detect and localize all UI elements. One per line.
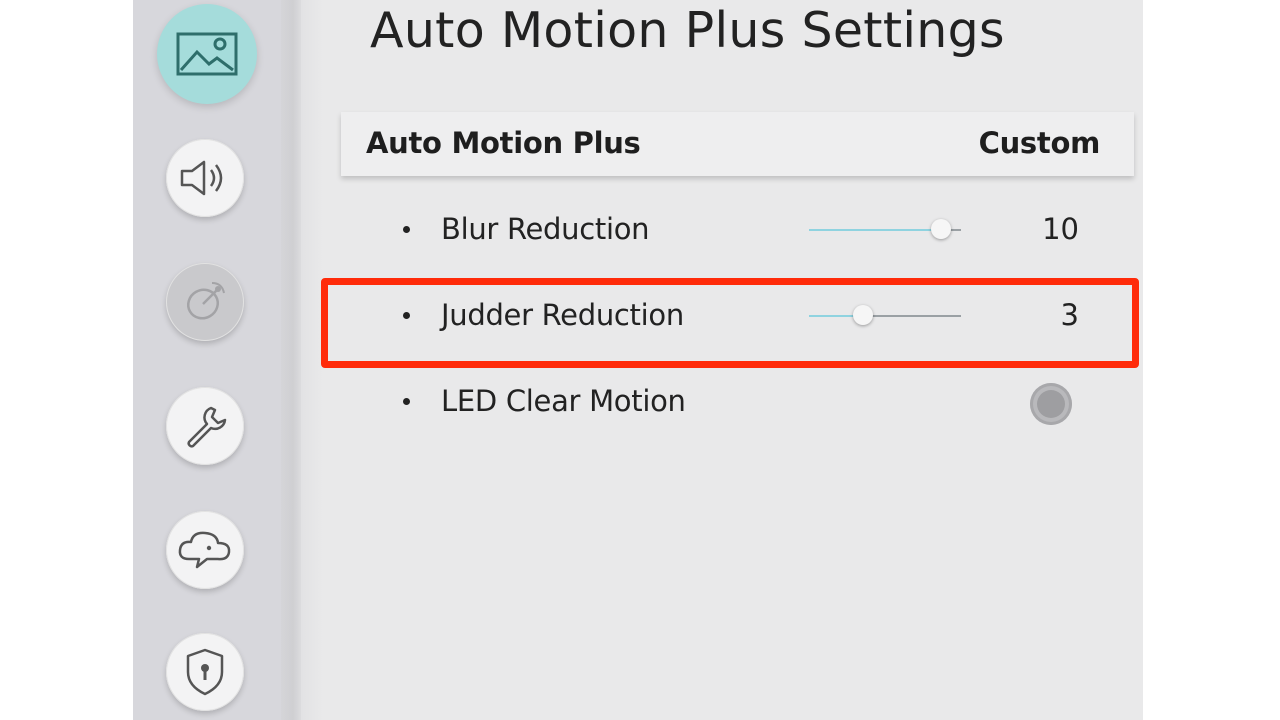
setting-row-blur-reduction[interactable]: Blur Reduction 10: [133, 202, 1143, 262]
sidebar-divider: [281, 0, 301, 720]
sidebar-item-picture[interactable]: [157, 4, 257, 104]
led-clear-motion-label: LED Clear Motion: [441, 384, 686, 418]
slider-thumb[interactable]: [931, 219, 951, 239]
sidebar-item-support[interactable]: [166, 511, 244, 589]
support-chat-icon: [177, 529, 233, 571]
settings-sidebar: [133, 0, 281, 720]
blur-reduction-slider[interactable]: [809, 219, 961, 239]
page-title: Auto Motion Plus Settings: [370, 2, 1005, 59]
highlight-box: [321, 278, 1139, 368]
speaker-icon: [178, 158, 232, 198]
blur-reduction-value: 10: [1042, 212, 1079, 246]
toggle-knob: [1037, 390, 1065, 418]
auto-motion-plus-header[interactable]: Auto Motion Plus Custom: [341, 112, 1134, 176]
picture-icon: [175, 30, 239, 78]
slider-fill: [809, 229, 941, 231]
bullet-dot: [403, 226, 410, 233]
shield-lock-icon: [183, 647, 227, 697]
bullet-dot: [403, 398, 410, 405]
blur-reduction-label: Blur Reduction: [441, 212, 650, 246]
auto-motion-plus-value: Custom: [978, 126, 1101, 160]
auto-motion-plus-label: Auto Motion Plus: [366, 126, 641, 160]
sidebar-item-privacy[interactable]: [166, 633, 244, 711]
sidebar-shadow: [301, 0, 323, 720]
led-clear-motion-toggle[interactable]: [1030, 383, 1072, 425]
setting-row-led-clear-motion[interactable]: LED Clear Motion: [133, 374, 1143, 434]
